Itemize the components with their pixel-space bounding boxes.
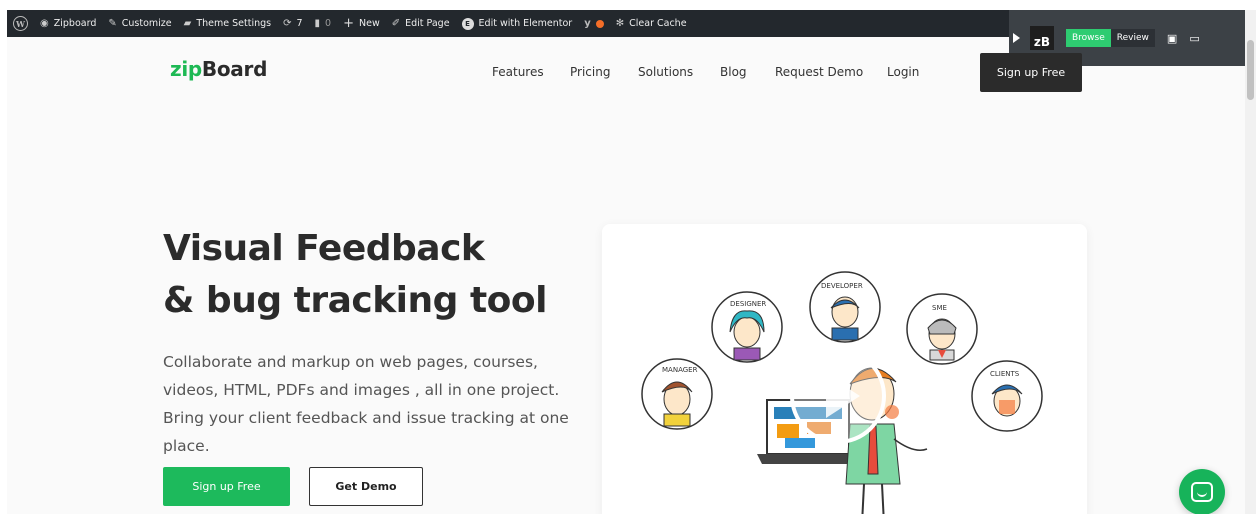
designer-label: DESIGNER	[730, 300, 766, 308]
edit-elementor-link[interactable]: E Edit with Elementor	[456, 10, 579, 37]
chat-launcher-button[interactable]	[1179, 469, 1225, 514]
nav-solutions[interactable]: Solutions	[638, 65, 693, 79]
nav-request-demo[interactable]: Request Demo	[775, 65, 863, 79]
signup-free-button[interactable]: Sign up Free	[163, 467, 290, 506]
get-demo-button[interactable]: Get Demo	[309, 467, 423, 506]
designer-avatar: DESIGNER	[711, 291, 783, 363]
page-scrollbar[interactable]	[1245, 10, 1256, 514]
collapse-arrow-icon[interactable]	[1013, 33, 1020, 43]
site-name-label: Zipboard	[53, 18, 97, 29]
team-illustration: MANAGER DESIGNER DEVELOPER SME CLIENTS	[641, 271, 1043, 514]
nav-login[interactable]: Login	[887, 65, 919, 79]
browser-viewport: W ◉ Zipboard ✎ Customize ▰ Theme Setting…	[7, 10, 1245, 514]
sme-avatar: SME	[906, 293, 978, 365]
logo-main: Board	[201, 57, 268, 81]
new-content-link[interactable]: + New	[337, 10, 386, 37]
nav-pricing[interactable]: Pricing	[570, 65, 610, 79]
logo-accent: zip	[170, 57, 202, 81]
review-mode-button[interactable]: Review	[1110, 29, 1155, 47]
signup-header-button[interactable]: Sign up Free	[980, 53, 1082, 92]
plus-icon: +	[343, 16, 354, 31]
manager-label: MANAGER	[662, 366, 698, 374]
clear-cache-link[interactable]: ✻ Clear Cache	[610, 10, 693, 37]
site-name-menu[interactable]: ◉ Zipboard	[34, 10, 102, 37]
developer-label: DEVELOPER	[821, 282, 863, 290]
edit-page-label: Edit Page	[405, 18, 450, 29]
scrollbar-thumb[interactable]	[1247, 40, 1254, 100]
sme-label: SME	[932, 304, 947, 312]
customize-link[interactable]: ✎ Customize	[102, 10, 177, 37]
comments-count: 0	[325, 18, 332, 29]
updates-count: 7	[296, 18, 303, 29]
manager-avatar: MANAGER	[641, 358, 713, 430]
clients-avatar: CLIENTS	[971, 360, 1043, 432]
screenshot-icon[interactable]: ▣	[1167, 32, 1177, 45]
theme-settings-label: Theme Settings	[196, 18, 272, 29]
edit-elementor-label: Edit with Elementor	[478, 18, 573, 29]
pencil-icon: ✐	[391, 18, 401, 29]
refresh-icon: ⟳	[283, 18, 292, 29]
hero-subtitle: Collaborate and markup on web pages, cou…	[163, 353, 569, 455]
comment-icon: ▮	[314, 18, 321, 29]
zipboard-logo: zB	[1030, 26, 1054, 50]
zipboard-logo-text: zB	[1033, 35, 1051, 49]
cache-icon: ✻	[615, 18, 625, 29]
updates-link[interactable]: ⟳ 7	[277, 10, 308, 37]
wp-logo-menu[interactable]: W	[7, 10, 34, 37]
play-button-icon[interactable]	[790, 348, 886, 444]
customize-label: Customize	[121, 18, 172, 29]
dashboard-icon: ◉	[40, 18, 49, 29]
folder-icon: ▰	[183, 18, 192, 29]
chat-icon	[1191, 482, 1213, 502]
device-view-icon[interactable]: ▭	[1189, 32, 1199, 45]
elementor-icon: E	[461, 17, 474, 30]
edit-page-link[interactable]: ✐ Edit Page	[386, 10, 456, 37]
nav-features[interactable]: Features	[492, 65, 544, 79]
clear-cache-label: Clear Cache	[629, 18, 687, 29]
seo-status-dot-icon	[595, 19, 604, 28]
hero-title-line2: & bug tracking tool	[163, 280, 547, 321]
hero-video-card[interactable]: MANAGER DESIGNER DEVELOPER SME CLIENTS	[602, 224, 1087, 514]
hero-title: Visual Feedback & bug tracking tool	[163, 223, 547, 327]
wordpress-icon: W	[13, 16, 28, 31]
site-logo[interactable]: zipBoard	[170, 57, 267, 81]
yoast-menu[interactable]: y	[578, 10, 610, 37]
clients-label: CLIENTS	[990, 370, 1020, 378]
yoast-icon: y	[584, 18, 591, 29]
new-label: New	[359, 18, 380, 29]
browse-mode-button[interactable]: Browse	[1066, 29, 1111, 47]
hero-title-line1: Visual Feedback	[163, 228, 485, 269]
theme-settings-link[interactable]: ▰ Theme Settings	[178, 10, 277, 37]
brush-icon: ✎	[108, 18, 117, 29]
comments-link[interactable]: ▮ 0	[309, 10, 338, 37]
developer-avatar: DEVELOPER	[809, 271, 881, 343]
nav-blog[interactable]: Blog	[720, 65, 747, 79]
